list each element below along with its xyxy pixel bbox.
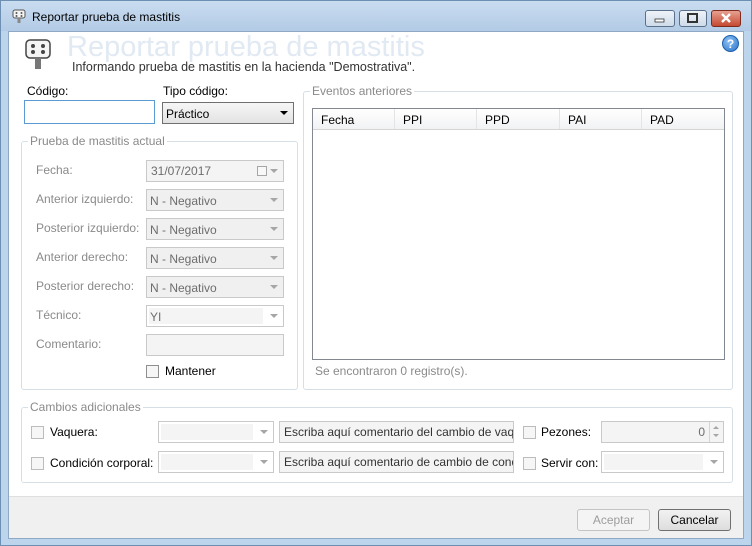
close-button[interactable] <box>711 10 741 27</box>
anterior-derecho-select[interactable]: N - Negativo <box>146 247 284 269</box>
mantener-label: Mantener <box>165 364 216 378</box>
vaquera-comment-input[interactable]: Escriba aquí comentario del cambio de va… <box>279 421 514 443</box>
maximize-icon <box>687 13 698 23</box>
chevron-down-icon <box>265 306 283 326</box>
maximize-button[interactable] <box>679 10 707 27</box>
tecnico-value: YI <box>150 310 162 324</box>
prueba-group-title: Prueba de mastitis actual <box>28 134 167 148</box>
tipo-codigo-value: Práctico <box>166 107 210 121</box>
posterior-izquierdo-label: Posterior izquierdo: <box>36 221 140 235</box>
comentario-label: Comentario: <box>36 337 102 351</box>
chevron-down-icon <box>265 190 283 210</box>
dialog-window: Reportar prueba de mastitis Reportar pru… <box>0 0 752 546</box>
pezones-label: Pezones: <box>541 425 592 439</box>
posterior-derecho-value: N - Negativo <box>150 281 217 295</box>
cambios-group-title: Cambios adicionales <box>28 400 143 414</box>
column-header-ppd[interactable]: PPD <box>477 109 560 129</box>
minimize-button[interactable] <box>645 10 675 27</box>
servir-con-checkbox[interactable] <box>523 457 536 470</box>
anterior-izquierdo-label: Anterior izquierdo: <box>36 192 134 206</box>
pezones-checkbox[interactable] <box>523 426 536 439</box>
header-subtitle: Informando prueba de mastitis en la haci… <box>72 60 416 74</box>
posterior-derecho-label: Posterior derecho: <box>36 279 135 293</box>
comentario-input[interactable] <box>146 334 284 356</box>
anterior-derecho-value: N - Negativo <box>150 252 217 266</box>
posterior-izquierdo-value: N - Negativo <box>150 223 217 237</box>
chevron-down-icon <box>265 219 283 239</box>
column-header-ppi[interactable]: PPI <box>395 109 477 129</box>
servir-con-field <box>604 454 703 470</box>
anterior-izquierdo-select[interactable]: N - Negativo <box>146 189 284 211</box>
eventos-table-header: Fecha PPI PPD PAI PAD <box>313 109 724 130</box>
column-header-fecha[interactable]: Fecha <box>313 109 395 129</box>
eventos-group-title: Eventos anteriores <box>310 84 415 98</box>
tipo-codigo-label: Tipo código: <box>163 84 228 98</box>
anterior-izquierdo-value: N - Negativo <box>150 194 217 208</box>
condicion-corporal-checkbox[interactable] <box>31 457 44 470</box>
dialog-footer: Aceptar Cancelar <box>9 496 743 538</box>
minimize-icon <box>654 18 665 23</box>
fecha-value: 31/07/2017 <box>151 164 212 178</box>
title-bar[interactable]: Reportar prueba de mastitis <box>1 1 751 31</box>
column-header-pai[interactable]: PAI <box>560 109 642 129</box>
pezones-value: 0 <box>698 425 705 439</box>
anterior-derecho-label: Anterior derecho: <box>36 250 129 264</box>
pezones-stepper[interactable]: 0 <box>601 421 724 443</box>
spinner-arrows-icon[interactable] <box>709 422 723 442</box>
tecnico-field <box>149 308 263 324</box>
close-icon <box>721 13 731 23</box>
chevron-down-icon <box>265 277 283 297</box>
tecnico-select[interactable]: YI <box>146 305 284 327</box>
vaquera-field <box>161 424 253 440</box>
eventos-status: Se encontraron 0 registro(s). <box>315 364 468 378</box>
chevron-down-icon <box>705 452 723 472</box>
help-icon[interactable]: ? <box>722 35 739 52</box>
chevron-down-icon <box>265 248 283 268</box>
vaquera-select[interactable] <box>158 421 274 443</box>
posterior-derecho-select[interactable]: N - Negativo <box>146 276 284 298</box>
condicion-corporal-field <box>161 454 253 470</box>
fecha-input[interactable]: 31/07/2017 <box>146 160 284 182</box>
header-banner: Reportar prueba de mastitis Informando p… <box>9 32 743 78</box>
fecha-label: Fecha: <box>36 163 73 177</box>
vaquera-label: Vaquera: <box>50 425 98 439</box>
vaquera-checkbox[interactable] <box>31 426 44 439</box>
condicion-corporal-select[interactable] <box>158 451 274 473</box>
chevron-down-icon <box>255 422 273 442</box>
aceptar-button[interactable]: Aceptar <box>577 509 650 531</box>
chevron-down-icon <box>270 169 278 173</box>
udder-large-icon <box>25 39 51 69</box>
condicion-corporal-comment-input[interactable]: Escriba aquí comentario de cambio de con… <box>279 451 514 473</box>
servir-con-select[interactable] <box>601 451 724 473</box>
servir-con-label: Servir con: <box>541 456 599 470</box>
tecnico-label: Técnico: <box>36 308 82 322</box>
chevron-down-icon <box>255 452 273 472</box>
dialog-body: Reportar prueba de mastitis Informando p… <box>8 31 744 539</box>
posterior-izquierdo-select[interactable]: N - Negativo <box>146 218 284 240</box>
tipo-codigo-select[interactable]: Práctico <box>162 102 294 124</box>
window-title: Reportar prueba de mastitis <box>32 10 181 24</box>
cancelar-button[interactable]: Cancelar <box>658 509 731 531</box>
codigo-input[interactable] <box>24 100 155 124</box>
chevron-down-icon <box>275 103 293 123</box>
calendar-icon <box>257 166 267 176</box>
column-header-pad[interactable]: PAD <box>642 109 724 129</box>
codigo-label: Código: <box>27 84 69 98</box>
mantener-checkbox[interactable] <box>146 365 159 378</box>
eventos-table[interactable]: Fecha PPI PPD PAI PAD <box>312 108 725 360</box>
condicion-corporal-label: Condición corporal: <box>50 456 154 470</box>
udder-icon <box>12 9 26 23</box>
